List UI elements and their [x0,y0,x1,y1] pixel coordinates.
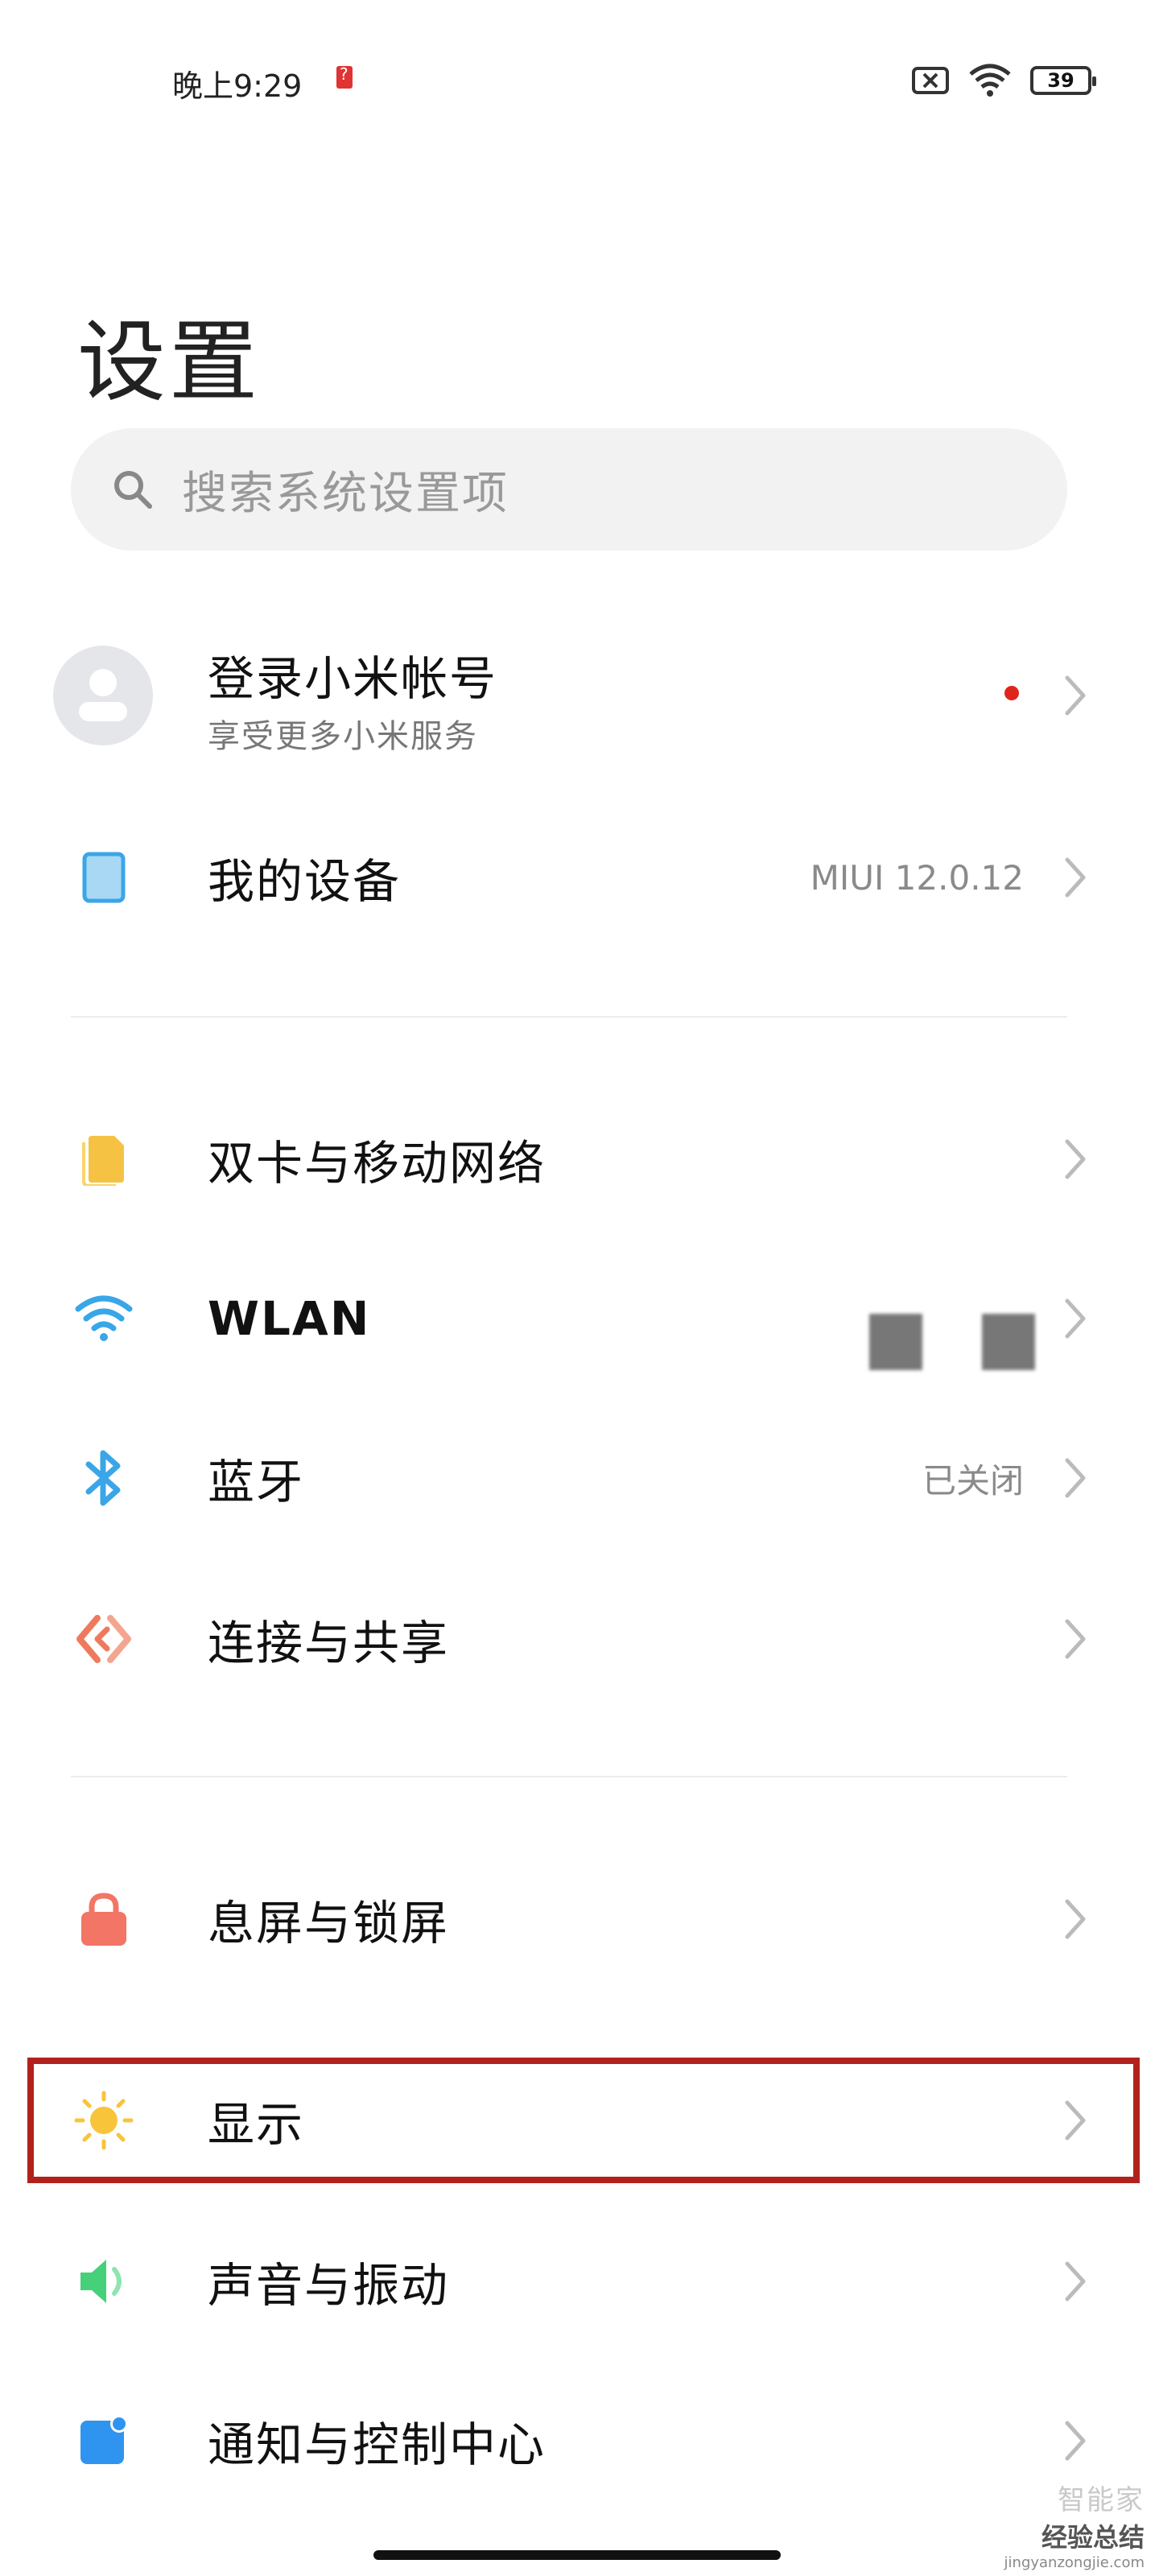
highlight-frame [27,2058,1140,2183]
battery-icon: 39 [1030,66,1096,95]
watermark-top: 智能家 [1058,2484,1145,2516]
account-row[interactable]: 登录小米帐号 享受更多小米服务 [0,628,1159,765]
chevron-right-icon [1065,857,1086,898]
sim-unknown-icon [336,64,353,89]
wifi-icon [969,64,1011,97]
search-input[interactable]: 搜索系统设置项 [71,428,1067,551]
settings-item-my-device[interactable]: 我的设备 MIUI 12.0.12 [0,829,1159,926]
page-title: 设置 [77,311,261,414]
divider [71,1016,1067,1018]
account-title: 登录小米帐号 [208,651,498,706]
notification-dot [1004,686,1019,700]
chevron-right-icon [1065,675,1086,716]
settings-item-label: 通知与控制中心 [208,2417,547,2472]
tablet-icon [68,841,140,914]
chevron-right-icon [1065,1899,1086,1939]
settings-item-label: 我的设备 [208,854,402,909]
speaker-icon [68,2245,140,2318]
wifi-icon [68,1282,140,1355]
settings-item-bluetooth[interactable]: 蓝牙 已关闭 [0,1430,1159,1526]
notification-icon [68,2405,140,2477]
settings-item-label: 蓝牙 [208,1455,305,1509]
lock-icon [68,1883,140,1955]
chevron-right-icon [1065,1298,1086,1339]
settings-item-label: 连接与共享 [208,1616,450,1670]
chevron-right-icon [1065,1458,1086,1498]
watermark-url: jingyanzongjie.com [1004,2554,1145,2571]
avatar [53,646,153,745]
chevron-right-icon [1065,2421,1086,2461]
watermark-main: 经验总结 [1041,2522,1145,2553]
settings-item-sound[interactable]: 声音与振动 [0,2233,1159,2330]
chevron-right-icon [1065,1619,1086,1659]
settings-item-value: 已关闭 [922,1460,1024,1501]
share-icon [68,1603,140,1675]
home-indicator[interactable] [373,2550,781,2560]
settings-item-lock-screen[interactable]: 息屏与锁屏 [0,1871,1159,1967]
chevron-right-icon [1065,2261,1086,2301]
status-icons: 39 [911,63,1096,98]
watermark: 智能家 经验总结 jingyanzongjie.com [1004,2478,1145,2571]
account-subtitle: 享受更多小米服务 [208,718,478,755]
battery-level: 39 [1047,69,1074,92]
chevron-right-icon [1065,1139,1086,1179]
settings-item-label: 息屏与锁屏 [208,1896,450,1951]
bluetooth-icon [68,1442,140,1514]
settings-item-sim[interactable]: 双卡与移动网络 [0,1111,1159,1208]
settings-item-label: 双卡与移动网络 [208,1136,547,1191]
sim-card-icon [68,1123,140,1195]
redacted-network-name [869,1314,922,1370]
search-placeholder: 搜索系统设置项 [182,467,509,520]
user-icon [79,669,127,721]
settings-item-value: MIUI 12.0.12 [810,857,1024,898]
settings-item-notifications[interactable]: 通知与控制中心 [0,2392,1159,2489]
divider [71,1776,1067,1777]
settings-item-label: 声音与振动 [208,2258,450,2313]
status-time: 晚上9:29 [172,68,303,104]
status-bar: 晚上9:29 39 [0,0,1159,161]
signal-x-icon [912,67,949,94]
settings-item-label: WLAN [208,1291,371,1346]
settings-item-connect-share[interactable]: 连接与共享 [0,1591,1159,1687]
redacted-network-name [982,1314,1035,1370]
search-icon [114,471,152,509]
